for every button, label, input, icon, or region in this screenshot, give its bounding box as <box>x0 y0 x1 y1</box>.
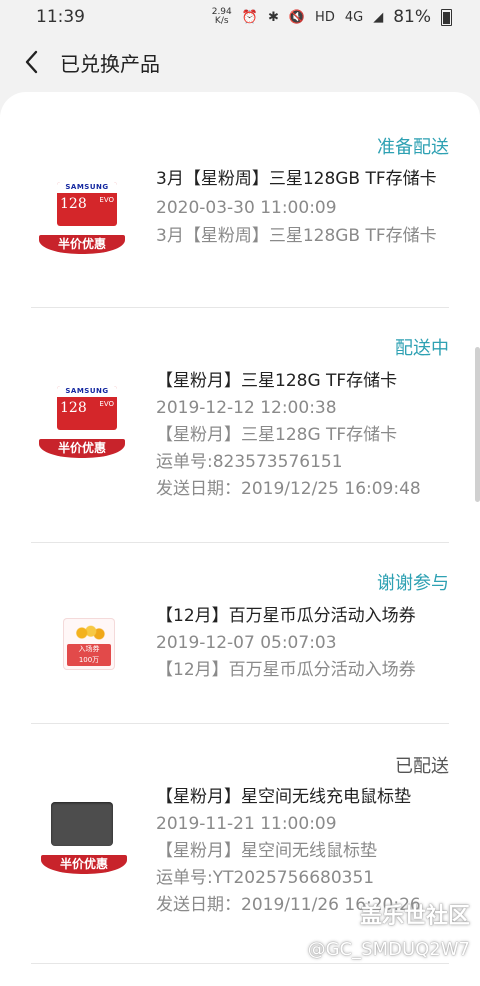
list-item[interactable]: 配送中 SAMSUNG 128 EVO 半价优惠 【星粉月】三星128G TF存… <box>31 308 449 543</box>
product-image: SAMSUNG 128 EVO 半价优惠 <box>39 182 135 274</box>
list-item[interactable]: 谢谢参与 入场券 100万 【12月】百万星币瓜分活动入场券 2019-12-0… <box>31 543 449 724</box>
sd-card-image: SAMSUNG 128 EVO <box>57 182 117 226</box>
battery-percent: 81% <box>393 7 431 27</box>
divider <box>31 963 449 964</box>
item-name: 【12月】百万星币瓜分活动入场券 <box>156 606 416 626</box>
coins-icon <box>71 624 107 642</box>
mute-icon: 🔇 <box>288 9 306 25</box>
mousepad-image <box>51 802 113 846</box>
product-image: SAMSUNG 128 EVO 半价优惠 <box>39 386 135 478</box>
redeemed-list[interactable]: 准备配送 SAMSUNG 128 EVO 半价优惠 3月【星粉周】三星128GB… <box>0 92 480 986</box>
item-name: 【星粉月】星空间无线充电鼠标垫 <box>156 787 411 807</box>
item-date: 2020-03-30 11:00:09 <box>156 198 337 218</box>
product-image: 半价优惠 <box>39 802 135 894</box>
sd-card-image: SAMSUNG 128 EVO <box>57 386 117 430</box>
item-desc: 【12月】百万星币瓜分活动入场券 <box>156 660 416 680</box>
back-button[interactable] <box>0 34 64 90</box>
network-label: 4G <box>344 9 364 25</box>
page-title: 已兑换产品 <box>60 51 160 76</box>
ship-date: 发送日期：2019/12/25 16:09:48 <box>156 479 421 499</box>
tracking-number[interactable]: 运单号:YT2025756680351 <box>156 865 449 892</box>
tracking-number[interactable]: 运单号:823573576151 <box>156 449 449 476</box>
chevron-left-icon <box>25 50 38 74</box>
list-item[interactable]: 准备配送 SAMSUNG 128 EVO 半价优惠 3月【星粉周】三星128GB… <box>31 92 449 308</box>
discount-badge: 半价优惠 <box>39 235 125 254</box>
item-status: 已配送 <box>395 756 449 777</box>
item-info: 3月【星粉周】三星128GB TF存储卡 2020-03-30 11:00:09… <box>156 166 449 246</box>
status-time: 11:39 <box>36 7 85 27</box>
status-bar: 11:39 2.94 K/s ⏰ ✱ 🔇 HD 4G ◢ 81% <box>0 0 480 34</box>
item-info: 【星粉月】星空间无线充电鼠标垫 2019-11-21 11:00:09 【星粉月… <box>156 784 449 919</box>
item-date: 2019-12-12 12:00:38 <box>156 398 337 418</box>
item-info: 【星粉月】三星128G TF存储卡 2019-12-12 12:00:38 【星… <box>156 368 449 503</box>
item-status: 谢谢参与 <box>377 573 449 594</box>
header: 已兑换产品 <box>0 34 480 90</box>
signal-icon: ◢ <box>373 9 384 25</box>
scrollbar[interactable] <box>475 347 480 502</box>
bluetooth-icon: ✱ <box>267 9 279 25</box>
battery-icon <box>441 8 452 26</box>
ship-date: 发送日期：2019/11/26 16:20:26 <box>156 895 421 915</box>
item-status: 准备配送 <box>377 137 449 158</box>
item-info: 【12月】百万星币瓜分活动入场券 2019-12-07 05:07:03 【12… <box>156 603 449 684</box>
item-desc: 3月【星粉周】三星128GB TF存储卡 <box>156 226 437 246</box>
net-speed: 2.94 K/s <box>211 7 232 26</box>
item-name: 3月【星粉周】三星128GB TF存储卡 <box>156 169 437 189</box>
item-desc: 【星粉月】三星128G TF存储卡 <box>156 425 398 445</box>
item-date: 2019-12-07 05:07:03 <box>156 633 337 653</box>
item-desc: 【星粉月】星空间无线鼠标垫 <box>156 841 377 861</box>
item-date: 2019-11-21 11:00:09 <box>156 814 337 834</box>
product-image: 入场券 100万 <box>39 608 135 700</box>
hd-label: HD <box>315 9 335 25</box>
item-name: 【星粉月】三星128G TF存储卡 <box>156 371 398 391</box>
status-icons: 2.94 K/s ⏰ ✱ 🔇 HD 4G ◢ 81% <box>212 7 452 27</box>
ticket-image: 入场券 100万 <box>63 618 115 670</box>
discount-badge: 半价优惠 <box>39 439 125 458</box>
discount-badge: 半价优惠 <box>41 855 127 874</box>
list-item[interactable]: 已配送 半价优惠 【星粉月】星空间无线充电鼠标垫 2019-11-21 11:0… <box>31 724 449 964</box>
item-status: 配送中 <box>395 338 449 359</box>
alarm-icon: ⏰ <box>241 9 258 25</box>
